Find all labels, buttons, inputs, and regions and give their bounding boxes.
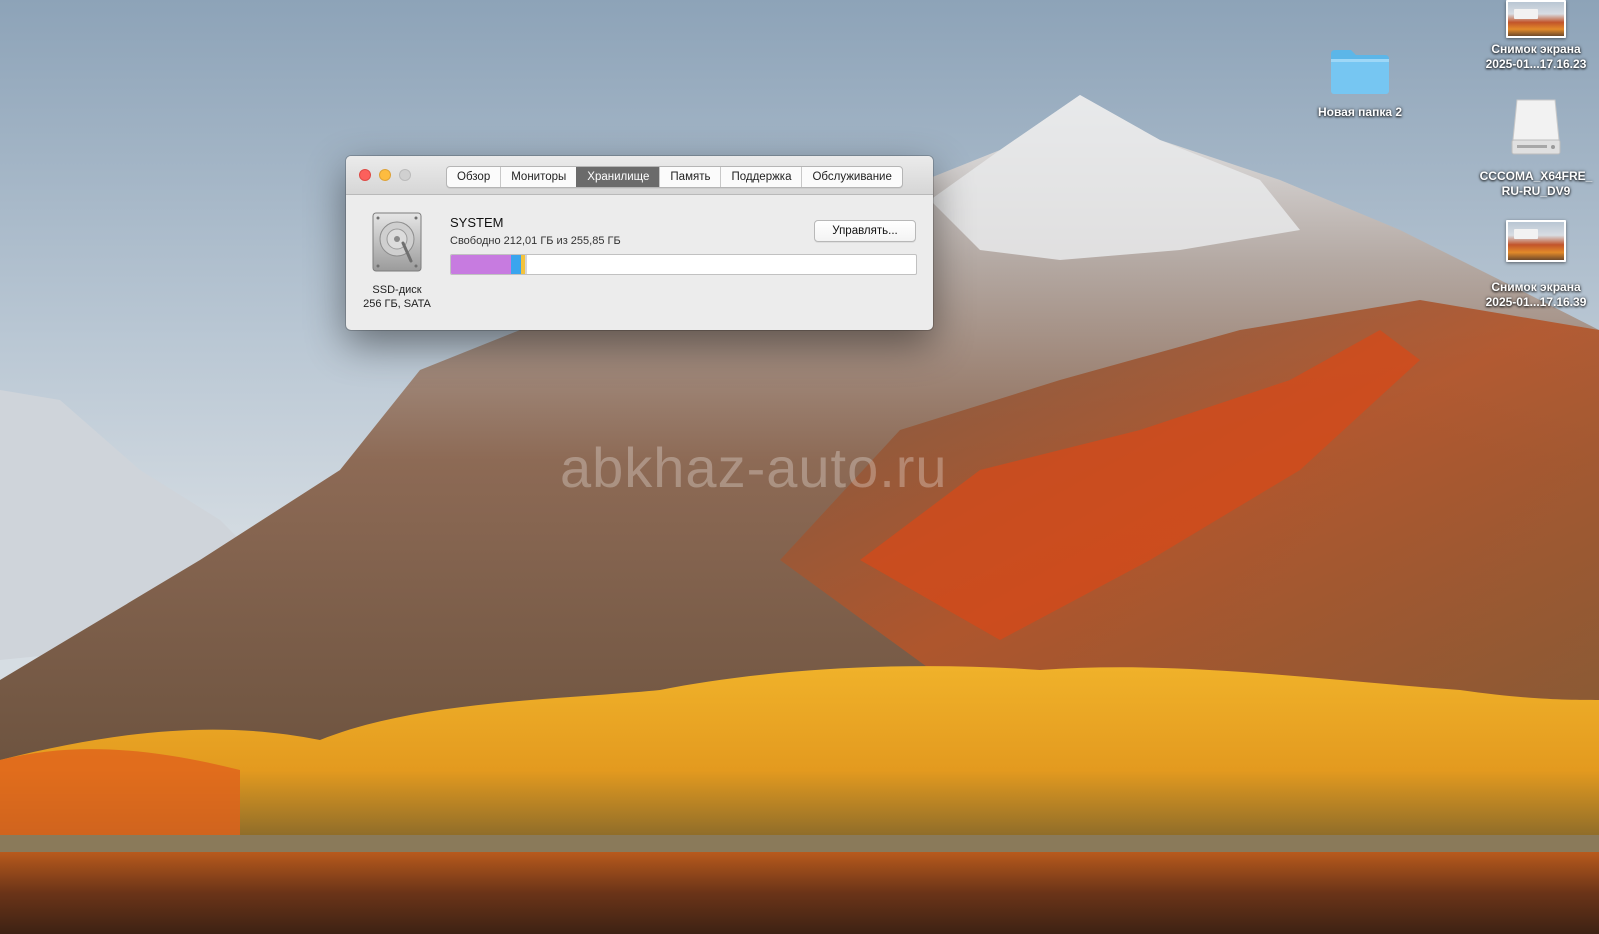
desktop-icon-label: Снимок экрана: [1491, 280, 1581, 294]
desktop-icon-label: Снимок экрана: [1491, 42, 1581, 56]
screenshot-thumbnail-icon: [1506, 220, 1566, 262]
disk-caption: SSD-диск 256 ГБ, SATA: [354, 283, 440, 311]
desktop-icon-sublabel: RU-RU_DV9: [1501, 184, 1571, 198]
window-titlebar[interactable]: Обзор Мониторы Хранилище Память Поддержк…: [346, 156, 933, 195]
tab-service[interactable]: Обслуживание: [801, 167, 901, 187]
tab-bar: Обзор Мониторы Хранилище Память Поддержк…: [446, 166, 903, 188]
desktop-icon-disk-image[interactable]: CCCOMA_X64FRE_ RU-RU_DV9: [1466, 98, 1599, 199]
tab-storage[interactable]: Хранилище: [576, 167, 660, 187]
folder-icon: [1331, 50, 1389, 94]
desktop-icon-sublabel: 2025-01...17.16.23: [1485, 57, 1587, 71]
tab-displays[interactable]: Мониторы: [500, 167, 576, 187]
storage-segment-purgeable[interactable]: [525, 255, 528, 274]
storage-panel: SSD-диск 256 ГБ, SATA SYSTEM Свободно 21…: [346, 195, 933, 330]
desktop-icon-label: Новая папка 2: [1317, 105, 1403, 119]
desktop-icon-screenshot-1[interactable]: Снимок экрана 2025-01...17.16.23: [1466, 0, 1599, 72]
tab-support[interactable]: Поддержка: [720, 167, 801, 187]
desktop-icon-sublabel: 2025-01...17.16.39: [1485, 295, 1587, 309]
about-this-mac-window: Обзор Мониторы Хранилище Память Поддержк…: [346, 156, 933, 330]
disk-capacity-label: 256 ГБ, SATA: [363, 298, 431, 310]
volume-free-space: Свободно 212,01 ГБ из 255,85 ГБ: [450, 235, 621, 247]
desktop-wallpaper: [0, 0, 1599, 934]
desktop-icon-screenshot-2[interactable]: Снимок экрана 2025-01...17.16.39: [1466, 220, 1599, 310]
screenshot-thumbnail-icon: [1506, 0, 1566, 38]
manage-button[interactable]: Управлять...: [814, 220, 916, 242]
hard-drive-icon: [372, 212, 422, 272]
storage-segment-apps[interactable]: [451, 255, 512, 274]
disk-drive-icon: [1511, 99, 1561, 155]
minimize-button[interactable]: [379, 169, 391, 181]
desktop-icon-label: CCCOMA_X64FRE_: [1479, 169, 1593, 183]
tab-memory[interactable]: Память: [659, 167, 720, 187]
storage-segment-system[interactable]: [511, 255, 521, 274]
desktop-icon-folder[interactable]: Новая папка 2: [1290, 46, 1430, 120]
volume-name: SYSTEM: [450, 215, 504, 230]
storage-usage-bar[interactable]: [450, 254, 917, 275]
disk-type-label: SSD-диск: [372, 284, 422, 296]
zoom-button[interactable]: [399, 169, 411, 181]
close-button[interactable]: [359, 169, 371, 181]
tab-overview[interactable]: Обзор: [447, 167, 500, 187]
